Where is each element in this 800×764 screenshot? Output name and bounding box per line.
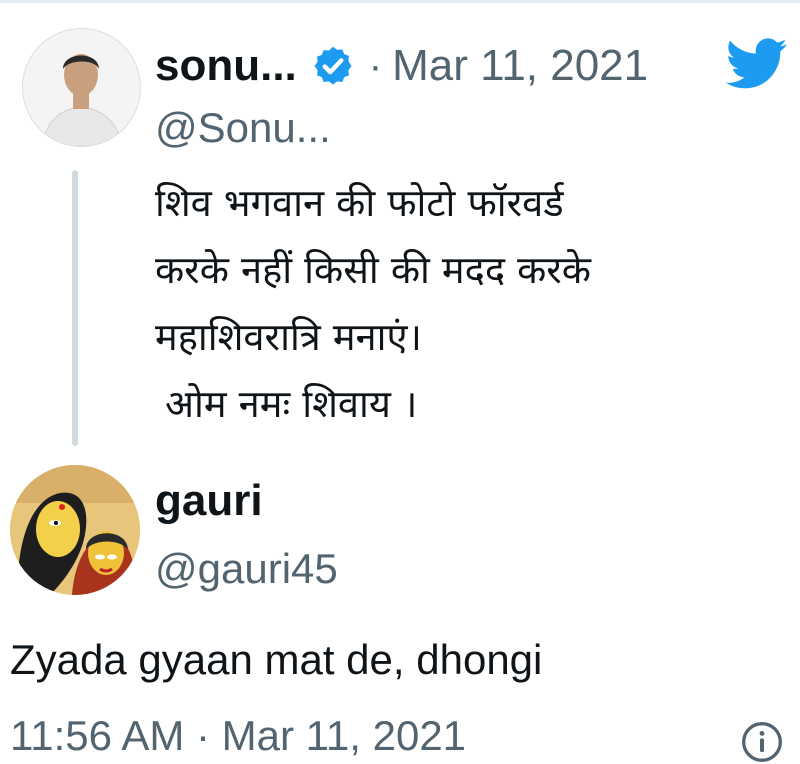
verified-badge-icon xyxy=(314,46,352,85)
tweet-text-line: करके नहीं किसी की मदद करके xyxy=(155,248,591,292)
tweet-text-line: शिव भगवान की फोटो फॉरवर्ड xyxy=(155,181,564,225)
tweet-text-line: महाशिवरात्रि मनाएं। xyxy=(155,315,422,359)
reply-tweet-text: Zyada gyaan mat de, dhongi xyxy=(10,636,543,683)
reply-author-handle[interactable]: @gauri45 xyxy=(155,545,338,593)
original-author-name[interactable]: sonu... xyxy=(155,41,297,91)
original-tweet-text: शिव भगवान की फोटो फॉरवर्ड करके नहीं किसी… xyxy=(155,170,775,438)
thread-connector-line xyxy=(72,170,78,446)
gauri-avatar[interactable] xyxy=(10,465,140,595)
twitter-bird-icon[interactable] xyxy=(726,38,788,90)
tweet-text-line: ओम नमः शिवाय । xyxy=(165,382,418,426)
original-tweet-header: sonu... · Mar 11, 2021 xyxy=(155,34,648,98)
top-border xyxy=(0,0,800,3)
reply-author-name[interactable]: gauri xyxy=(155,476,263,526)
original-author-handle[interactable]: @Sonu... xyxy=(155,104,331,152)
person-avatar-image xyxy=(23,29,140,146)
illustrated-couple-avatar-image xyxy=(10,465,140,595)
info-icon[interactable] xyxy=(740,720,784,764)
header-separator-dot: · xyxy=(368,43,383,88)
original-tweet-date[interactable]: Mar 11, 2021 xyxy=(392,41,648,91)
sonu-avatar[interactable] xyxy=(22,28,141,147)
reply-timestamp[interactable]: 11:56 AM · Mar 11, 2021 xyxy=(10,712,466,760)
